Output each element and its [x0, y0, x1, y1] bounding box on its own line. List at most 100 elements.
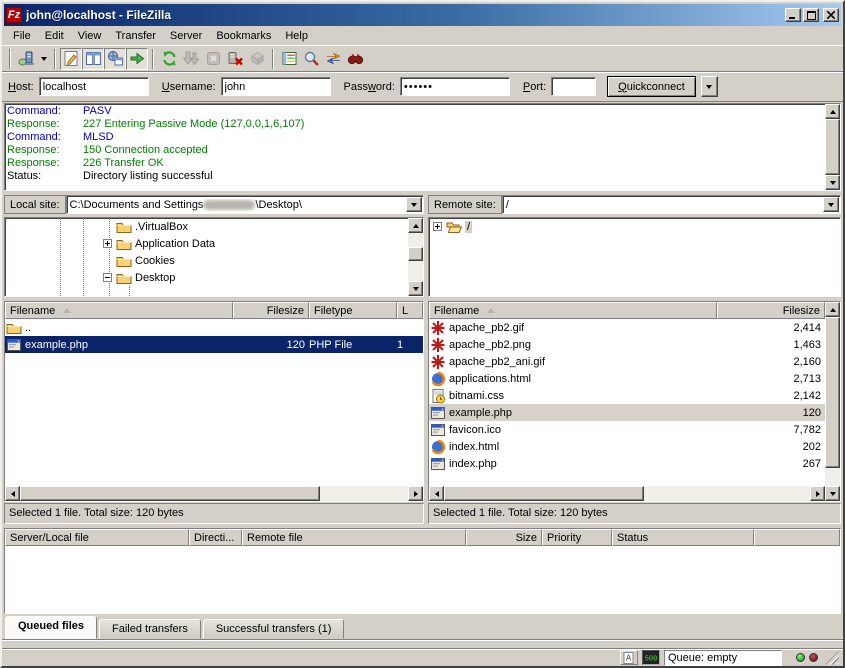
scroll-left-icon[interactable]: [5, 486, 20, 501]
column-header-filename[interactable]: Filename: [5, 302, 233, 319]
menu-file[interactable]: File: [6, 28, 38, 44]
scrollbar-thumb[interactable]: [408, 247, 423, 261]
cancel-operation-icon[interactable]: [202, 48, 224, 70]
scroll-down-icon[interactable]: [825, 486, 840, 501]
scroll-up-icon[interactable]: [825, 302, 840, 317]
log-vertical-scrollbar[interactable]: [825, 104, 840, 190]
refresh-icon[interactable]: [158, 48, 180, 70]
file-row-apache-pb2-gif[interactable]: apache_pb2.gif 2,414: [429, 319, 825, 336]
file-row-index-php[interactable]: index.php 267: [429, 455, 825, 472]
maximize-button[interactable]: [803, 8, 819, 22]
remote-tree-body[interactable]: /: [429, 218, 840, 296]
chevron-down-icon[interactable]: [823, 197, 839, 212]
scrollbar-thumb[interactable]: [444, 486, 644, 501]
remote-list-body[interactable]: apache_pb2.gif 2,414 apache_pb2.png 1,46…: [429, 319, 825, 486]
tab-successful-transfers[interactable]: Successful transfers (1): [203, 619, 345, 639]
local-list-body[interactable]: .. example.php 120 PHP File 1: [5, 319, 423, 486]
file-row-apache-pb2-png[interactable]: apache_pb2.png 1,463: [429, 336, 825, 353]
column-header-remote-file[interactable]: Remote file: [242, 529, 466, 546]
column-header-filesize[interactable]: Filesize: [233, 302, 309, 319]
column-header-filesize[interactable]: Filesize: [717, 302, 825, 319]
column-header-priority[interactable]: Priority: [542, 529, 612, 546]
quickconnect-button[interactable]: Quickconnect: [607, 76, 696, 97]
scroll-right-icon[interactable]: [810, 486, 825, 501]
tree-item-application-data[interactable]: Application Data: [5, 235, 408, 252]
file-row-apache-pb2-ani-gif[interactable]: apache_pb2_ani.gif 2,160: [429, 353, 825, 370]
directory-comparison-icon[interactable]: [300, 48, 322, 70]
scroll-up-icon[interactable]: [408, 218, 423, 233]
speed-limit-indicator-icon[interactable]: 500: [642, 650, 660, 665]
file-row-favicon-ico[interactable]: favicon.ico 7,782: [429, 421, 825, 438]
menu-bookmarks[interactable]: Bookmarks: [209, 28, 278, 44]
scroll-down-icon[interactable]: [408, 281, 423, 296]
file-row-applications-html[interactable]: applications.html 2,713: [429, 370, 825, 387]
column-header-filetype[interactable]: Filetype: [309, 302, 397, 319]
tree-item-cookies[interactable]: Cookies: [5, 252, 408, 269]
file-row-bitnami-css[interactable]: bitnami.css 2,142: [429, 387, 825, 404]
column-header-status[interactable]: Status: [612, 529, 754, 546]
file-row-example-php[interactable]: example.php 120 PHP File 1: [5, 336, 423, 353]
tree-item-root[interactable]: /: [429, 218, 840, 235]
port-input[interactable]: [551, 77, 596, 96]
column-header-size[interactable]: Size: [466, 529, 542, 546]
scroll-left-icon[interactable]: [429, 486, 444, 501]
chevron-down-icon[interactable]: [406, 197, 422, 212]
resize-grip[interactable]: [825, 651, 839, 665]
toggle-remote-tree-icon[interactable]: [104, 48, 126, 70]
site-manager-dropdown-icon[interactable]: [37, 48, 50, 70]
local-site-combo[interactable]: C:\Documents and Settings\Desktop\: [66, 195, 424, 214]
tree-item-virtualbox[interactable]: .VirtualBox: [5, 218, 408, 235]
scroll-down-icon[interactable]: [825, 175, 840, 190]
menu-transfer[interactable]: Transfer: [108, 28, 163, 44]
tab-failed-transfers[interactable]: Failed transfers: [99, 619, 201, 639]
local-horizontal-scrollbar[interactable]: [5, 486, 423, 501]
expand-plus-icon[interactable]: [433, 222, 442, 231]
disconnect-icon[interactable]: [224, 48, 246, 70]
collapse-minus-icon[interactable]: [103, 273, 112, 282]
remote-site-combo[interactable]: /: [502, 195, 841, 214]
tab-queued-files[interactable]: Queued files: [5, 616, 97, 639]
scroll-up-icon[interactable]: [825, 104, 840, 119]
remote-vertical-scrollbar[interactable]: [825, 302, 840, 501]
column-header-server-local-file[interactable]: Server/Local file: [5, 529, 189, 546]
column-header-last-modified[interactable]: L: [397, 302, 423, 319]
menu-server[interactable]: Server: [163, 28, 209, 44]
site-manager-icon[interactable]: [15, 48, 37, 70]
folder-icon: [116, 270, 132, 286]
reconnect-icon[interactable]: [246, 48, 268, 70]
minimize-button[interactable]: [785, 8, 801, 22]
host-input[interactable]: [39, 77, 149, 96]
queue-body[interactable]: [5, 546, 840, 613]
scrollbar-thumb[interactable]: [825, 317, 840, 468]
local-tree-vertical-scrollbar[interactable]: [408, 218, 423, 296]
local-tree-body[interactable]: .VirtualBox Application Data Cookies: [5, 218, 408, 296]
scrollbar-thumb[interactable]: [825, 119, 840, 175]
scrollbar-thumb[interactable]: [20, 486, 320, 501]
column-header-direction[interactable]: Directi...: [189, 529, 242, 546]
message-log: Command:PASV Response:227 Entering Passi…: [5, 104, 825, 190]
file-row-parent-dir[interactable]: ..: [5, 319, 423, 336]
tree-item-desktop[interactable]: Desktop: [5, 269, 408, 286]
file-row-index-html[interactable]: index.html 202: [429, 438, 825, 455]
file-row-example-php[interactable]: example.php 120: [429, 404, 825, 421]
quickconnect-dropdown-icon[interactable]: [701, 76, 718, 97]
close-button[interactable]: [823, 8, 839, 22]
transfer-type-indicator-icon[interactable]: A: [620, 650, 638, 665]
username-input[interactable]: [221, 77, 331, 96]
menu-view[interactable]: View: [71, 28, 109, 44]
password-input[interactable]: [400, 77, 510, 96]
toggle-transfer-queue-icon[interactable]: [126, 48, 148, 70]
process-queue-icon[interactable]: [180, 48, 202, 70]
find-files-icon[interactable]: [344, 48, 366, 70]
toggle-message-log-icon[interactable]: [60, 48, 82, 70]
title-bar[interactable]: Fz john@localhost - FileZilla: [4, 4, 841, 26]
synchronized-browsing-icon[interactable]: [322, 48, 344, 70]
expand-plus-icon[interactable]: [103, 239, 112, 248]
toggle-local-tree-icon[interactable]: [82, 48, 104, 70]
remote-horizontal-scrollbar[interactable]: [429, 486, 825, 501]
scroll-right-icon[interactable]: [408, 486, 423, 501]
column-header-filename[interactable]: Filename: [429, 302, 717, 319]
directory-listing-filters-icon[interactable]: [278, 48, 300, 70]
menu-edit[interactable]: Edit: [38, 28, 71, 44]
menu-help[interactable]: Help: [278, 28, 315, 44]
